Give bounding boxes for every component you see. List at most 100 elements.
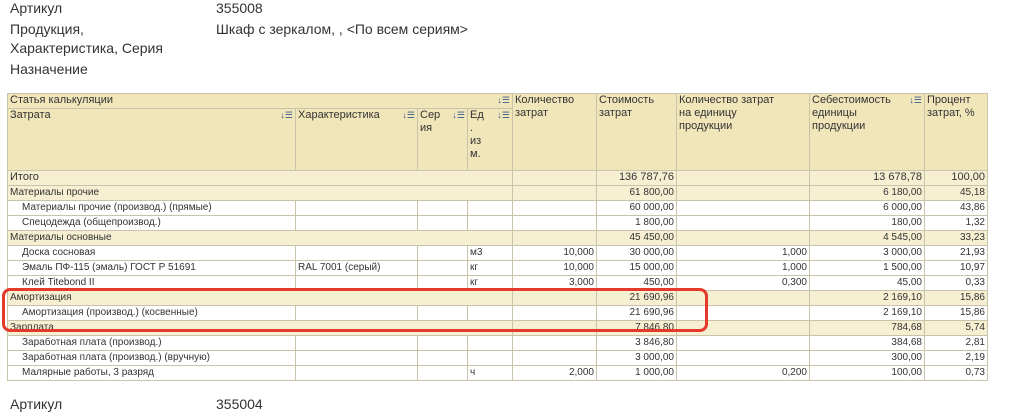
sort-icon[interactable]: ↓☰	[909, 95, 922, 108]
cell-series	[417, 365, 468, 381]
sort-icon[interactable]: ↓☰	[280, 110, 293, 123]
cell-series	[417, 245, 468, 261]
cell-qtyunit: 0,200	[676, 365, 810, 381]
cell-value: 1 800,00	[596, 215, 677, 231]
product-label: Продукция,	[10, 21, 84, 37]
table-row[interactable]: Заработная плата (производ.) (вручную) 3 …	[7, 350, 988, 366]
table-row[interactable]: Материалы прочие (производ.) (прямые) 60 …	[7, 200, 988, 216]
col-unit-header[interactable]: Ед ↓☰. из м.	[467, 108, 513, 171]
cell-pct: 21,93	[924, 245, 988, 261]
cell-unit: ч	[467, 365, 513, 381]
purpose-label: Назначение	[10, 61, 88, 77]
cell-self: 100,00	[809, 365, 925, 381]
cell-unit	[467, 200, 513, 216]
cell-self: 6 000,00	[809, 200, 925, 216]
cell-self: 784,68	[809, 320, 925, 336]
cell-series	[417, 350, 468, 366]
cell-pct: 2,81	[924, 335, 988, 351]
cell-qty	[512, 200, 597, 216]
header-row-group: Статья калькуляции ↓☰ Количество затрат Ст…	[7, 93, 988, 171]
total-row[interactable]: Итого 136 787,76 13 678,78 100,00	[7, 170, 988, 186]
table-row[interactable]: Заработная плата (производ.) 3 846,80 384,…	[7, 335, 988, 351]
cell-qty	[512, 170, 597, 186]
cell-qtyunit: 1,000	[676, 245, 810, 261]
cell-name: Заработная плата (производ.) (вручную)	[7, 350, 296, 366]
cell-value: 60 000,00	[596, 200, 677, 216]
cell-self: 2 169,10	[809, 290, 925, 306]
cell-self: 13 678,78	[809, 170, 925, 186]
col-series-header[interactable]: Сер ↓☰ ия	[417, 108, 468, 171]
cell-self: 180,00	[809, 215, 925, 231]
col-char-header[interactable]: Характеристика ↓☰	[295, 108, 418, 171]
cell-series	[417, 260, 468, 276]
cell-name: Материалы прочие (производ.) (прямые)	[7, 200, 296, 216]
cell-value: 3 000,00	[596, 350, 677, 366]
cell-char	[295, 245, 418, 261]
cell-name: Материалы прочие	[7, 185, 513, 201]
cell-pct: 33,23	[924, 230, 988, 246]
table-row[interactable]: Доска сосновая м3 10,000 30 000,00 1,000 3 00…	[7, 245, 988, 261]
product-value: Шкаф с зеркалом, , <По всем сериям>	[216, 21, 468, 37]
cell-self: 300,00	[809, 350, 925, 366]
cell-qty	[512, 230, 597, 246]
cell-self: 4 545,00	[809, 230, 925, 246]
sort-icon[interactable]: ↓☰	[452, 110, 465, 123]
cell-series	[417, 335, 468, 351]
cell-unit	[467, 335, 513, 351]
cell-qtyunit	[676, 200, 810, 216]
cell-char	[295, 200, 418, 216]
cell-char	[295, 335, 418, 351]
cell-value: 3 846,80	[596, 335, 677, 351]
cell-value: 15 000,00	[596, 260, 677, 276]
cell-qtyunit	[676, 170, 810, 186]
cell-qty	[512, 350, 597, 366]
cell-qty: 10,000	[512, 245, 597, 261]
cell-qtyunit	[676, 230, 810, 246]
col-value-header[interactable]: Стоимость затрат	[596, 93, 677, 171]
cell-pct: 45,18	[924, 185, 988, 201]
article-label: Артикул	[10, 0, 63, 16]
cell-char	[295, 350, 418, 366]
cell-name: Итого	[7, 170, 513, 186]
cell-value: 136 787,76	[596, 170, 677, 186]
cell-value: 1 000,00	[596, 365, 677, 381]
cell-char	[295, 215, 418, 231]
group-row[interactable]: Материалы прочие 61 800,00 6 180,00 45,18	[7, 185, 988, 201]
cell-value: 45 450,00	[596, 230, 677, 246]
group-row[interactable]: Материалы основные 45 450,00 4 545,00 33,23	[7, 230, 988, 246]
cell-qtyunit	[676, 185, 810, 201]
col-qty-header[interactable]: Количество затрат	[512, 93, 597, 171]
col-self-header[interactable]: Себестоимость ↓☰ единицы продукции	[809, 93, 925, 171]
product-label-2: Характеристика, Серия	[10, 40, 163, 56]
cell-pct: 2,19	[924, 350, 988, 366]
cell-qty	[512, 215, 597, 231]
col-cost-header[interactable]: Затрата ↓☰	[7, 108, 296, 171]
article-value: 355008	[216, 0, 263, 16]
col-group-header[interactable]: Статья калькуляции ↓☰	[7, 93, 513, 109]
cell-char: RAL 7001 (серый)	[295, 260, 418, 276]
table-row[interactable]: Малярные работы, 3 разряд ч 2,000 1 000,00 0…	[7, 365, 988, 381]
cell-self: 6 180,00	[809, 185, 925, 201]
sort-icon[interactable]: ↓☰	[497, 110, 510, 123]
cell-qtyunit	[676, 335, 810, 351]
cell-qtyunit: 1,000	[676, 260, 810, 276]
cell-qty	[512, 185, 597, 201]
table-row[interactable]: Спецодежда (общепроизвод.) 1 800,00 180,00…	[7, 215, 988, 231]
sort-icon[interactable]: ↓☰	[402, 110, 415, 123]
cell-qty	[512, 335, 597, 351]
cell-qtyunit	[676, 350, 810, 366]
cell-pct: 0,73	[924, 365, 988, 381]
cell-pct: 0,33	[924, 275, 988, 291]
table-row[interactable]: Эмаль ПФ-115 (эмаль) ГОСТ Р 51691 RAL 700…	[7, 260, 988, 276]
col-pct-header[interactable]: Процент затрат, %	[924, 93, 988, 171]
sort-icon[interactable]: ↓☰	[497, 95, 510, 108]
cell-unit	[467, 350, 513, 366]
cell-qtyunit	[676, 215, 810, 231]
highlight-box	[2, 288, 708, 332]
col-qtyunit-header[interactable]: Количество затрат на единицу продукции	[676, 93, 810, 171]
cell-pct: 15,86	[924, 305, 988, 321]
cell-self: 3 000,00	[809, 245, 925, 261]
cell-self: 45,00	[809, 275, 925, 291]
cell-pct: 10,97	[924, 260, 988, 276]
cell-char	[295, 365, 418, 381]
